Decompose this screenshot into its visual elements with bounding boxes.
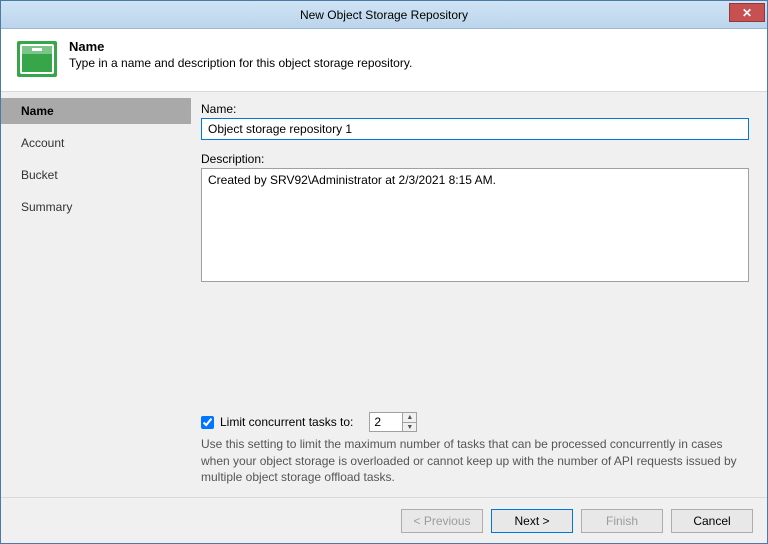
wizard-nav: Name Account Bucket Summary <box>1 92 191 497</box>
window-title: New Object Storage Repository <box>300 8 468 22</box>
spinner-down-icon[interactable]: ▼ <box>403 423 416 432</box>
limit-tasks-checkbox[interactable] <box>201 416 214 429</box>
nav-step-name[interactable]: Name <box>1 98 191 124</box>
limit-tasks-label: Limit concurrent tasks to: <box>220 415 353 429</box>
limit-tasks-spinner: ▲ ▼ <box>369 412 417 432</box>
spinner-up-icon[interactable]: ▲ <box>403 413 416 423</box>
limit-tasks-hint: Use this setting to limit the maximum nu… <box>201 436 749 485</box>
header-text: Name Type in a name and description for … <box>69 39 412 70</box>
wizard-footer: < Previous Next > Finish Cancel <box>1 497 767 543</box>
page-subtitle: Type in a name and description for this … <box>69 56 412 70</box>
nav-step-bucket[interactable]: Bucket <box>1 162 191 188</box>
close-button[interactable]: ✕ <box>729 3 765 22</box>
repository-icon <box>15 39 59 79</box>
wizard-body: Name Account Bucket Summary Name: Descri… <box>1 92 767 497</box>
name-input[interactable] <box>201 118 749 140</box>
finish-button: Finish <box>581 509 663 533</box>
limit-tasks-value[interactable] <box>370 413 402 431</box>
name-label: Name: <box>201 102 749 116</box>
wizard-main: Name: Description: Limit concurrent task… <box>191 92 767 497</box>
titlebar: New Object Storage Repository ✕ <box>1 1 767 29</box>
cancel-button[interactable]: Cancel <box>671 509 753 533</box>
limit-tasks-row: Limit concurrent tasks to: ▲ ▼ <box>201 412 749 432</box>
wizard-window: New Object Storage Repository ✕ Name Typ… <box>0 0 768 544</box>
nav-step-account[interactable]: Account <box>1 130 191 156</box>
description-label: Description: <box>201 152 749 166</box>
next-button[interactable]: Next > <box>491 509 573 533</box>
wizard-header: Name Type in a name and description for … <box>1 29 767 92</box>
nav-step-summary[interactable]: Summary <box>1 194 191 220</box>
description-textarea[interactable] <box>201 168 749 282</box>
close-icon: ✕ <box>742 6 752 20</box>
previous-button: < Previous <box>401 509 483 533</box>
page-title: Name <box>69 39 412 54</box>
